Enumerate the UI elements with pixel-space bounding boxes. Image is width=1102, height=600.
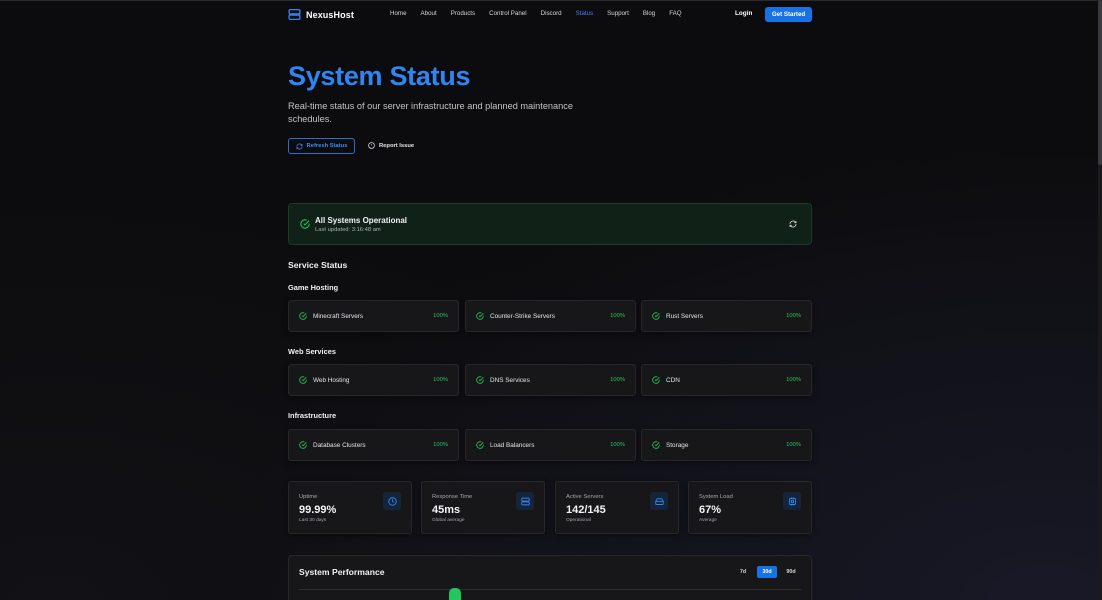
metric-card-active-servers: Active Servers 142/145 Operational bbox=[555, 481, 679, 534]
nav-link-status[interactable]: Status bbox=[576, 10, 594, 17]
service-uptime: 100% bbox=[433, 313, 448, 319]
check-circle-icon bbox=[652, 441, 660, 449]
cpu-icon bbox=[783, 492, 801, 510]
refresh-status-button[interactable]: Refresh Status bbox=[288, 138, 355, 154]
check-circle-icon bbox=[300, 219, 310, 229]
range-selector: 7d 30d 90d bbox=[733, 566, 801, 578]
service-name: Rust Servers bbox=[666, 313, 703, 320]
service-card[interactable]: Load Balancers 100% bbox=[465, 429, 636, 461]
clock-icon bbox=[383, 492, 401, 510]
service-name: CDN bbox=[666, 377, 680, 384]
refresh-status-label: Refresh Status bbox=[306, 143, 348, 149]
check-circle-icon bbox=[652, 312, 660, 320]
metric-value: 45ms bbox=[432, 504, 461, 516]
service-card[interactable]: DNS Services 100% bbox=[465, 364, 636, 396]
metric-card-uptime: Uptime 99.99% Last 30 days bbox=[288, 481, 412, 534]
report-issue-button[interactable]: Report Issue bbox=[368, 142, 414, 149]
check-circle-icon bbox=[299, 376, 307, 384]
metric-caption: Operational bbox=[566, 518, 591, 523]
brand-name: NexusHost bbox=[306, 9, 354, 20]
service-uptime: 100% bbox=[786, 313, 801, 319]
service-name: Counter-Strike Servers bbox=[490, 313, 555, 320]
page-title: System Status bbox=[288, 61, 471, 91]
server-logo-icon bbox=[288, 8, 301, 21]
service-card[interactable]: Database Clusters 100% bbox=[288, 429, 459, 461]
check-circle-icon bbox=[299, 312, 307, 320]
range-30d-button[interactable]: 30d bbox=[757, 566, 777, 578]
group-title-infrastructure: Infrastructure bbox=[288, 411, 337, 420]
alert-circle-icon bbox=[368, 142, 375, 149]
check-circle-icon bbox=[299, 441, 307, 449]
service-name: Web Hosting bbox=[313, 377, 350, 384]
overall-status: All Systems Operational bbox=[315, 216, 408, 225]
check-circle-icon bbox=[476, 312, 484, 320]
metric-card-system-load: System Load 67% Average bbox=[688, 481, 812, 534]
top-navigation: NexusHost Home About Products Control Pa… bbox=[288, 0, 812, 29]
service-name: Database Clusters bbox=[313, 442, 366, 449]
nav-link-home[interactable]: Home bbox=[390, 10, 407, 17]
service-uptime: 100% bbox=[786, 442, 801, 448]
service-name: DNS Services bbox=[490, 377, 530, 384]
check-circle-icon bbox=[476, 441, 484, 449]
group-title-game-hosting: Game Hosting bbox=[288, 283, 339, 292]
metric-value: 99.99% bbox=[299, 504, 337, 516]
service-card[interactable]: Storage 100% bbox=[641, 429, 812, 461]
refresh-icon[interactable] bbox=[789, 220, 797, 228]
service-uptime: 100% bbox=[433, 377, 448, 383]
nav-link-discord[interactable]: Discord bbox=[541, 10, 562, 17]
get-started-button[interactable]: Get Started bbox=[765, 7, 812, 22]
service-uptime: 100% bbox=[610, 377, 625, 383]
metric-label: Uptime bbox=[299, 494, 318, 500]
service-card[interactable]: Minecraft Servers 100% bbox=[288, 300, 459, 332]
service-card[interactable]: Rust Servers 100% bbox=[641, 300, 812, 332]
service-uptime: 100% bbox=[610, 442, 625, 448]
service-uptime: 100% bbox=[786, 377, 801, 383]
service-card[interactable]: Counter-Strike Servers 100% bbox=[465, 300, 636, 332]
metric-value: 142/145 bbox=[566, 504, 606, 516]
service-name: Minecraft Servers bbox=[313, 313, 364, 320]
service-uptime: 100% bbox=[433, 442, 448, 448]
performance-title: System Performance bbox=[299, 567, 385, 577]
metric-value: 67% bbox=[699, 504, 722, 516]
service-status-heading: Service Status bbox=[288, 260, 348, 270]
chart-axis-line bbox=[299, 589, 801, 590]
system-performance-panel: System Performance 7d 30d 90d bbox=[288, 555, 812, 600]
metric-caption: Global average bbox=[432, 518, 465, 523]
status-banner: All Systems Operational Last updated: 3:… bbox=[288, 203, 812, 245]
report-issue-label: Report Issue bbox=[379, 142, 415, 149]
nav-link-about[interactable]: About bbox=[421, 10, 437, 17]
brand-logo[interactable]: NexusHost bbox=[288, 8, 354, 21]
metric-label: Response Time bbox=[432, 494, 473, 500]
service-name: Storage bbox=[666, 442, 689, 449]
scrollbar-thumb[interactable] bbox=[1098, 0, 1102, 165]
server-icon bbox=[516, 492, 534, 510]
nav-link-support[interactable]: Support bbox=[607, 10, 629, 17]
metric-caption: Last 30 days bbox=[299, 518, 327, 523]
nav-link-blog[interactable]: Blog bbox=[643, 10, 655, 17]
refresh-icon bbox=[296, 143, 303, 149]
check-circle-icon bbox=[476, 376, 484, 384]
check-circle-icon bbox=[652, 376, 660, 384]
nav-link-products[interactable]: Products bbox=[451, 10, 475, 17]
nav-link-control-panel[interactable]: Control Panel bbox=[489, 10, 527, 17]
login-link[interactable]: Login bbox=[735, 10, 752, 17]
metric-card-response-time: Response Time 45ms Global average bbox=[421, 481, 545, 534]
range-90d-button[interactable]: 90d bbox=[781, 566, 801, 578]
group-title-web-services: Web Services bbox=[288, 347, 336, 356]
hard-drive-icon bbox=[650, 492, 668, 510]
service-name: Load Balancers bbox=[490, 442, 535, 449]
last-updated: Last updated: 3:16:48 am bbox=[315, 227, 381, 233]
metric-label: Active Servers bbox=[566, 494, 604, 500]
nav-link-faq[interactable]: FAQ bbox=[669, 10, 681, 17]
metric-caption: Average bbox=[699, 518, 717, 523]
page-subtitle: Real-time status of our server infrastru… bbox=[288, 101, 573, 124]
service-card[interactable]: Web Hosting 100% bbox=[288, 364, 459, 396]
metric-label: System Load bbox=[699, 494, 733, 500]
nav-links: Home About Products Control Panel Discor… bbox=[390, 10, 696, 17]
range-7d-button[interactable]: 7d bbox=[733, 566, 753, 578]
service-uptime: 100% bbox=[610, 313, 625, 319]
service-card[interactable]: CDN 100% bbox=[641, 364, 812, 396]
performance-bar bbox=[449, 588, 461, 600]
